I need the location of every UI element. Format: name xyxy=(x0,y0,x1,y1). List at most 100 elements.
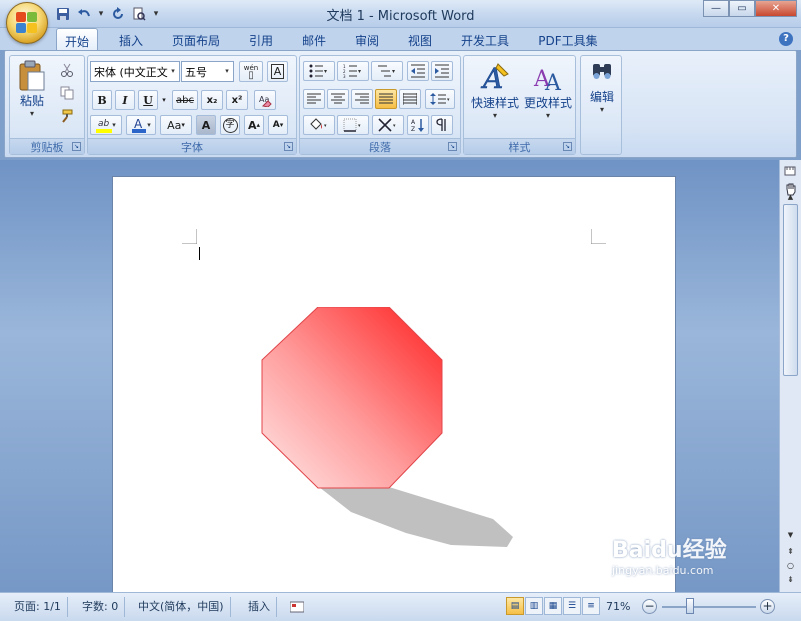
increase-indent-button[interactable] xyxy=(431,61,453,81)
change-case-button[interactable]: Aa ▾ xyxy=(160,115,192,135)
paragraph-group: ▾ 1 2 3 ▾ ▾ ▾ ▾ ▾ ▾ A Z 段落 ↘ xyxy=(299,55,461,155)
print-layout-view-icon[interactable]: ▤ xyxy=(506,597,524,615)
zoom-out-button[interactable]: − xyxy=(642,599,657,614)
align-right-button[interactable] xyxy=(351,89,373,109)
office-button[interactable] xyxy=(6,2,48,44)
font-size-dropdown-icon[interactable]: ▾ xyxy=(222,63,232,80)
styles-dialog-launcher[interactable]: ↘ xyxy=(563,142,572,151)
tab-pdf-tools[interactable]: PDF工具集 xyxy=(530,28,606,50)
italic-button[interactable]: I xyxy=(115,90,135,110)
bold-button[interactable]: B xyxy=(92,90,112,110)
ruler-toggle-icon[interactable] xyxy=(783,164,798,179)
justify-button[interactable] xyxy=(375,89,397,109)
octagon-shape[interactable] xyxy=(261,307,443,489)
octagon-shape-canvas[interactable] xyxy=(261,307,521,557)
status-insert-mode[interactable]: 插入 xyxy=(242,597,277,617)
svg-text:A: A xyxy=(411,119,416,126)
underline-button[interactable]: U xyxy=(138,90,158,110)
clear-formatting-button[interactable]: Aa xyxy=(254,90,276,110)
borders-button[interactable]: ▾ xyxy=(337,115,369,135)
zoom-slider-thumb[interactable] xyxy=(686,598,694,614)
scroll-up-icon[interactable]: ▲ xyxy=(783,190,798,205)
document-page[interactable] xyxy=(112,176,676,592)
font-size-combo[interactable]: 五号 ▾ xyxy=(181,61,234,82)
zoom-slider-track[interactable] xyxy=(662,606,756,608)
highlight-button[interactable]: ab ▾ xyxy=(90,115,122,135)
superscript-button[interactable]: x² xyxy=(226,90,248,110)
format-painter-icon[interactable] xyxy=(56,106,78,126)
enclose-char-button[interactable]: 字 xyxy=(220,115,240,135)
font-name-dropdown-icon[interactable]: ▾ xyxy=(168,63,178,80)
paste-button[interactable]: 粘贴 ▾ xyxy=(14,60,50,132)
maximize-button[interactable]: ▭ xyxy=(729,0,755,17)
distributed-icon xyxy=(403,93,417,105)
numbering-button[interactable]: 1 2 3 ▾ xyxy=(337,61,369,81)
svg-text:Z: Z xyxy=(411,126,415,132)
text-cursor xyxy=(199,247,200,260)
change-styles-button[interactable]: AA 更改样式 ▾ xyxy=(522,60,574,132)
strikethrough-button[interactable]: abc xyxy=(172,90,198,110)
tab-home[interactable]: 开始 xyxy=(56,28,98,50)
full-screen-reading-icon[interactable]: ▥ xyxy=(525,597,543,615)
svg-text:▾: ▾ xyxy=(447,97,450,103)
tab-page-layout[interactable]: 页面布局 xyxy=(164,28,228,50)
outline-view-icon[interactable]: ☰ xyxy=(563,597,581,615)
svg-text:▾: ▾ xyxy=(393,123,396,129)
show-marks-button[interactable] xyxy=(431,115,453,135)
subscript-button[interactable]: x₂ xyxy=(201,90,223,110)
zoom-in-button[interactable]: + xyxy=(760,599,775,614)
draft-view-icon[interactable]: ≡ xyxy=(582,597,600,615)
status-language[interactable]: 中文(简体，中国) xyxy=(132,597,231,617)
chinese-layout-button[interactable]: ▾ xyxy=(372,115,404,135)
help-icon[interactable]: ? xyxy=(779,32,793,46)
minimize-button[interactable]: — xyxy=(703,0,729,17)
line-spacing-button[interactable]: ▾ xyxy=(425,89,455,109)
tab-mailings[interactable]: 邮件 xyxy=(293,28,335,50)
previous-page-icon[interactable]: ⇞ xyxy=(783,544,798,559)
tab-references[interactable]: 引用 xyxy=(240,28,282,50)
next-page-icon[interactable]: ⇟ xyxy=(783,572,798,587)
cut-icon[interactable] xyxy=(56,60,78,80)
window-controls: — ▭ ✕ xyxy=(703,0,797,17)
grow-font-button[interactable]: A ▴ xyxy=(244,115,264,135)
shrink-font-button[interactable]: A ▾ xyxy=(268,115,288,135)
office-logo-icon xyxy=(16,12,38,34)
status-page[interactable]: 页面: 1/1 xyxy=(8,597,68,617)
font-dialog-launcher[interactable]: ↘ xyxy=(284,142,293,151)
tab-view[interactable]: 视图 xyxy=(399,28,441,50)
bullets-button[interactable]: ▾ xyxy=(303,61,335,81)
bullets-icon: ▾ xyxy=(309,64,327,78)
multilevel-list-button[interactable]: ▾ xyxy=(371,61,403,81)
tab-insert[interactable]: 插入 xyxy=(110,28,152,50)
close-button[interactable]: ✕ xyxy=(755,0,797,17)
char-shading-button[interactable]: A xyxy=(196,115,216,135)
underline-dropdown-icon[interactable]: ▾ xyxy=(159,90,169,110)
macro-recording-icon[interactable] xyxy=(284,597,310,617)
tab-developer[interactable]: 开发工具 xyxy=(452,28,518,50)
scroll-down-icon[interactable]: ▼ xyxy=(783,528,798,543)
web-layout-icon[interactable]: ▦ xyxy=(544,597,562,615)
scroll-thumb[interactable] xyxy=(783,204,798,376)
paste-label: 粘贴 xyxy=(19,94,44,108)
phonetic-guide-button[interactable]: wén ▯ xyxy=(239,61,263,82)
vertical-scrollbar[interactable]: ▲ ▼ ⇞ ○ ⇟ xyxy=(779,160,801,592)
sort-button[interactable]: AZ xyxy=(407,115,429,135)
char-shading-icon: A xyxy=(201,118,211,132)
zoom-level[interactable]: 71% xyxy=(606,600,630,613)
char-border-button[interactable]: A xyxy=(267,61,288,82)
editing-button[interactable]: 编辑 ▾ xyxy=(583,60,621,132)
align-center-button[interactable] xyxy=(327,89,349,109)
decrease-indent-button[interactable] xyxy=(407,61,429,81)
select-browse-object-icon[interactable]: ○ xyxy=(783,558,798,573)
quick-styles-button[interactable]: A 快速样式 ▾ xyxy=(468,60,522,132)
copy-icon[interactable] xyxy=(56,83,78,103)
distributed-button[interactable] xyxy=(399,89,421,109)
tab-review[interactable]: 审阅 xyxy=(346,28,388,50)
clipboard-dialog-launcher[interactable]: ↘ xyxy=(72,142,81,151)
font-color-button[interactable]: A ▾ xyxy=(126,115,156,135)
shading-button[interactable]: ▾ xyxy=(303,115,335,135)
status-word-count[interactable]: 字数: 0 xyxy=(76,597,126,617)
align-left-button[interactable] xyxy=(303,89,325,109)
font-name-combo[interactable]: 宋体 (中文正文 ▾ xyxy=(90,61,180,82)
paragraph-dialog-launcher[interactable]: ↘ xyxy=(448,142,457,151)
